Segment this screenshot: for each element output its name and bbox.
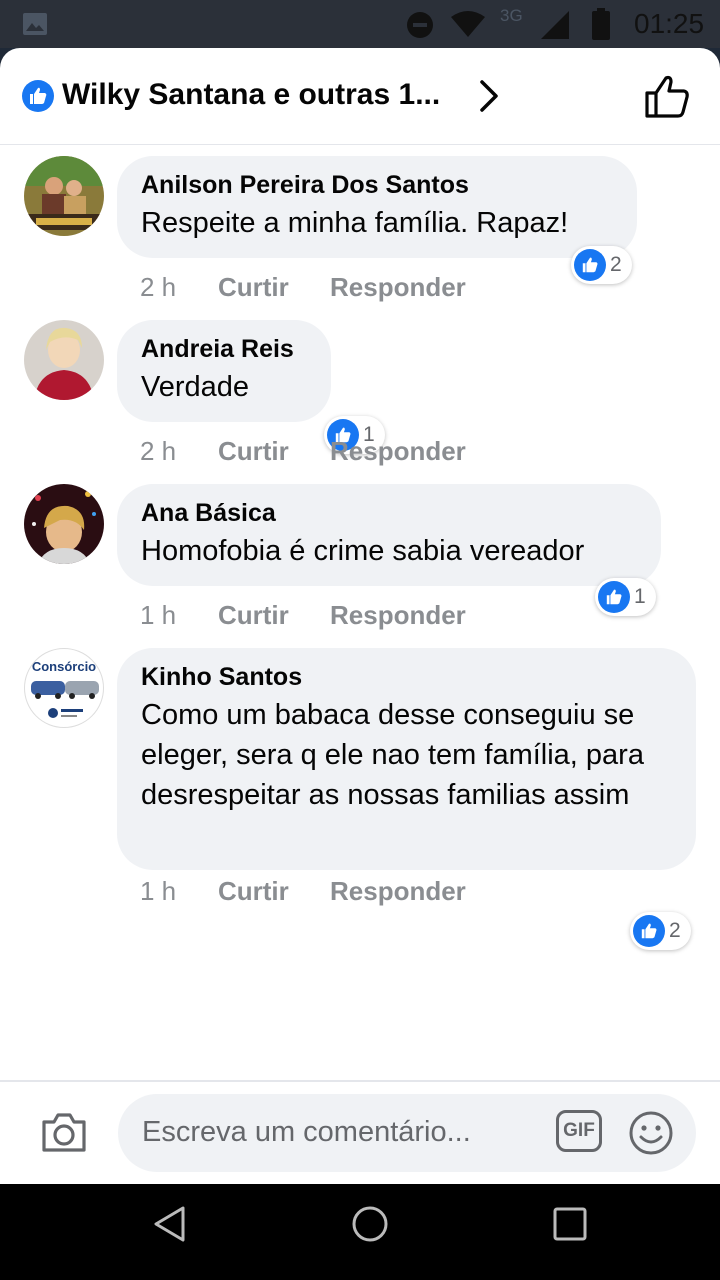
status-bar: 3G 01:25	[0, 0, 720, 48]
comment-time[interactable]: 1 h	[140, 876, 218, 907]
comment-item: Consórcio Kinho Santos Como um babaca de…	[0, 648, 720, 950]
reaction-badge[interactable]: 2	[630, 912, 691, 950]
comment-author[interactable]: Andreia Reis	[141, 334, 307, 364]
comment-text: Respeite a minha família. Rapaz!	[141, 207, 569, 239]
comment-item: Andreia Reis Verdade 1 2 h Curtir Respon…	[0, 320, 720, 470]
navigation-bar	[0, 1184, 720, 1280]
comment-input[interactable]: Escreva um comentário... GIF	[118, 1094, 696, 1172]
comment-author[interactable]: Ana Básica	[141, 498, 637, 528]
like-button[interactable]: Curtir	[218, 272, 330, 303]
gif-button[interactable]: GIF	[556, 1110, 602, 1152]
comment-actions: 1 h Curtir Responder	[140, 876, 466, 907]
reply-button[interactable]: Responder	[330, 600, 466, 631]
comment-bubble[interactable]: Kinho Santos Como um babaca desse conseg…	[117, 648, 696, 870]
like-reaction-icon	[574, 249, 606, 281]
home-icon[interactable]	[350, 1204, 390, 1244]
reaction-count: 1	[634, 585, 646, 608]
avatar[interactable]	[24, 156, 104, 236]
comment-text: Verdade	[141, 371, 250, 403]
like-button[interactable]: Curtir	[218, 876, 330, 907]
like-reaction-icon	[633, 915, 665, 947]
reaction-count: 2	[669, 919, 681, 942]
battery-icon	[592, 8, 610, 40]
like-reaction-icon	[22, 80, 54, 112]
comment-text: Como um babaca desse conseguiu se eleger…	[141, 699, 644, 811]
comment-actions: 2 h Curtir Responder	[140, 436, 466, 467]
reactions-header[interactable]: Wilky Santana e outras 1...	[0, 48, 720, 145]
recents-icon[interactable]	[552, 1206, 588, 1242]
like-reaction-icon	[598, 581, 630, 613]
avatar[interactable]	[24, 320, 104, 400]
comment-bubble[interactable]: Ana Básica Homofobia é crime sabia verea…	[117, 484, 661, 586]
reply-button[interactable]: Responder	[330, 272, 466, 303]
comment-item: Anilson Pereira Dos Santos Respeite a mi…	[0, 156, 720, 306]
wifi-icon	[451, 11, 485, 37]
reactions-title[interactable]: Wilky Santana e outras 1...	[62, 78, 440, 112]
comment-time[interactable]: 2 h	[140, 272, 218, 303]
reply-button[interactable]: Responder	[330, 436, 466, 467]
like-outline-icon[interactable]	[644, 74, 690, 120]
like-button[interactable]: Curtir	[218, 436, 330, 467]
do-not-disturb-icon	[407, 12, 433, 38]
like-button[interactable]: Curtir	[218, 600, 330, 631]
network-type: 3G	[500, 6, 523, 25]
reply-button[interactable]: Responder	[330, 876, 466, 907]
emoji-icon[interactable]	[628, 1110, 674, 1156]
comment-input-placeholder[interactable]: Escreva um comentário...	[142, 1116, 471, 1149]
camera-icon[interactable]	[40, 1110, 88, 1154]
comment-author[interactable]: Kinho Santos	[141, 662, 672, 692]
chevron-right-icon[interactable]	[474, 76, 502, 116]
comment-item: Ana Básica Homofobia é crime sabia verea…	[0, 484, 720, 634]
comment-author[interactable]: Anilson Pereira Dos Santos	[141, 170, 613, 200]
reaction-count: 2	[610, 253, 622, 276]
comment-actions: 2 h Curtir Responder	[140, 272, 466, 303]
reaction-badge[interactable]: 2	[571, 246, 632, 284]
clock: 01:25	[634, 8, 705, 39]
gallery-icon	[23, 13, 47, 35]
comment-time[interactable]: 1 h	[140, 600, 218, 631]
avatar[interactable]: Consórcio	[24, 648, 104, 728]
comment-time[interactable]: 2 h	[140, 436, 218, 467]
back-icon[interactable]	[150, 1204, 190, 1244]
comment-text: Homofobia é crime sabia vereador	[141, 535, 585, 567]
reaction-badge[interactable]: 1	[595, 578, 656, 616]
comments-sheet: Wilky Santana e outras 1... Anilson Pere…	[0, 48, 720, 1184]
comment-bubble[interactable]: Anilson Pereira Dos Santos Respeite a mi…	[117, 156, 637, 258]
signal-icon	[541, 11, 569, 39]
comment-actions: 1 h Curtir Responder	[140, 600, 466, 631]
comment-composer: Escreva um comentário... GIF	[0, 1080, 720, 1184]
avatar[interactable]	[24, 484, 104, 564]
comment-bubble[interactable]: Andreia Reis Verdade	[117, 320, 331, 422]
